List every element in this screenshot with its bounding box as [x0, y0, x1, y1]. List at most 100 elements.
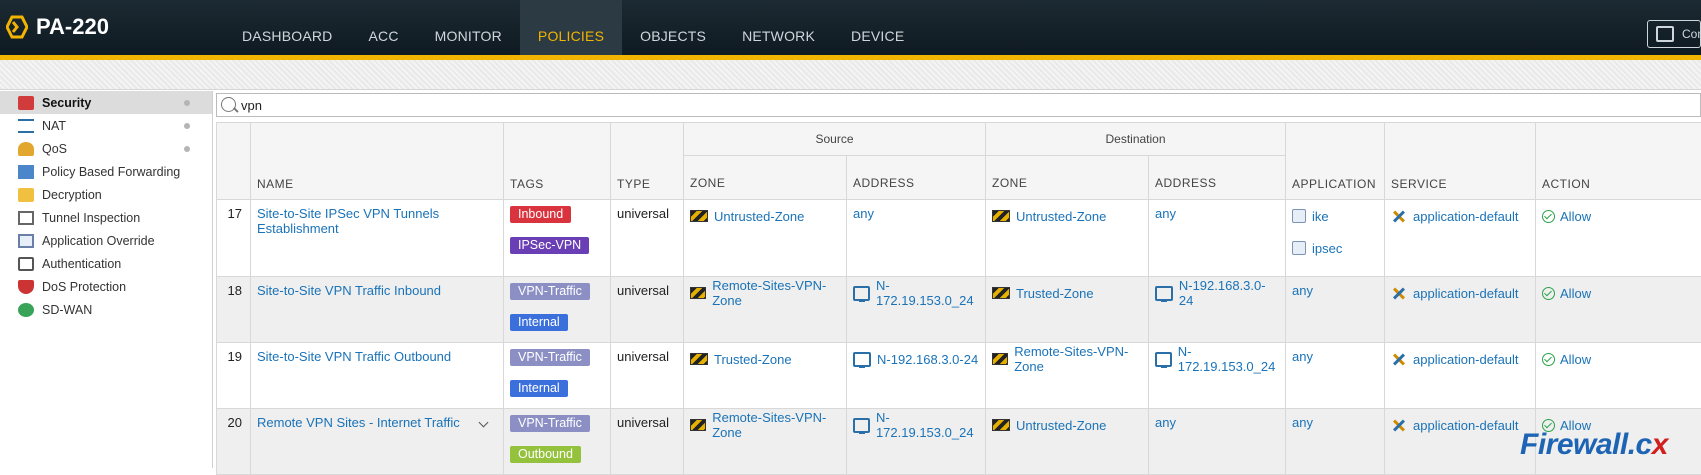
address-object-icon: [853, 352, 871, 367]
zone-icon: [992, 287, 1010, 299]
zone-link[interactable]: Remote-Sites-VPN-Zone: [1014, 344, 1142, 374]
sidebar-item-pbf[interactable]: Policy Based Forwarding: [0, 160, 212, 183]
address-link[interactable]: N-172.19.153.0_24: [876, 410, 979, 440]
rule-name-cell: Site-to-Site VPN Traffic Outbound: [251, 343, 504, 409]
rule-name-link[interactable]: Site-to-Site VPN Traffic Outbound: [257, 349, 451, 364]
action-link[interactable]: Allow: [1560, 209, 1591, 224]
col-header-name[interactable]: NAME: [251, 123, 504, 200]
address-link[interactable]: N-192.168.3.0-24: [877, 352, 978, 367]
tab-dashboard[interactable]: DASHBOARD: [224, 0, 350, 55]
table-row[interactable]: 17 Site-to-Site IPSec VPN Tunnels Establ…: [217, 200, 1701, 277]
sidebar-item-tunnel-inspection[interactable]: Tunnel Inspection: [0, 206, 212, 229]
zone-link[interactable]: Untrusted-Zone: [1016, 209, 1106, 224]
tag-badge[interactable]: Outbound: [510, 446, 581, 463]
sidebar-item-security[interactable]: Security: [0, 91, 212, 114]
table-row[interactable]: 19 Site-to-Site VPN Traffic Outbound VPN…: [217, 343, 1701, 409]
address-link[interactable]: N-172.19.153.0_24: [1178, 344, 1279, 374]
tab-monitor[interactable]: MONITOR: [417, 0, 520, 55]
app-override-icon: [18, 234, 34, 248]
zone-link[interactable]: Untrusted-Zone: [1016, 418, 1106, 433]
application-link[interactable]: any: [1292, 415, 1313, 430]
table-row[interactable]: 20 Remote VPN Sites - Internet Traffic V…: [217, 409, 1701, 475]
col-header-source-zone[interactable]: ZONE: [684, 156, 847, 200]
table-row[interactable]: 18 Site-to-Site VPN Traffic Inbound VPN-…: [217, 277, 1701, 343]
tag-badge[interactable]: VPN-Traffic: [510, 283, 590, 300]
action-cell: Allow: [1536, 200, 1701, 277]
sidebar-item-dos-protection[interactable]: DoS Protection: [0, 275, 212, 298]
sidebar-item-nat[interactable]: NAT: [0, 114, 212, 137]
col-header-application[interactable]: APPLICATION: [1286, 123, 1385, 200]
tag-badge[interactable]: VPN-Traffic: [510, 349, 590, 366]
application-link[interactable]: ipsec: [1312, 241, 1342, 256]
col-header-destination-address[interactable]: ADDRESS: [1149, 156, 1286, 200]
zone-link[interactable]: Trusted-Zone: [714, 352, 792, 367]
service-link[interactable]: application-default: [1413, 352, 1519, 367]
col-header-service[interactable]: SERVICE: [1385, 123, 1536, 200]
tag-badge[interactable]: Inbound: [510, 206, 571, 223]
paloalto-logo-icon: [6, 15, 28, 39]
destination-address-cell: N-192.168.3.0-24: [1149, 277, 1286, 343]
rule-name-link[interactable]: Site-to-Site IPSec VPN Tunnels Establish…: [257, 206, 439, 236]
address-link[interactable]: N-192.168.3.0-24: [1179, 278, 1279, 308]
sidebar-item-authentication[interactable]: Authentication: [0, 252, 212, 275]
top-bar: PA-220 DASHBOARD ACC MONITOR POLICIES OB…: [0, 0, 1701, 55]
allow-check-icon: [1542, 210, 1555, 223]
zone-link[interactable]: Remote-Sites-VPN-Zone: [712, 278, 840, 308]
rule-name-cell: Site-to-Site VPN Traffic Inbound: [251, 277, 504, 343]
service-link[interactable]: application-default: [1413, 418, 1519, 433]
zone-link[interactable]: Trusted-Zone: [1016, 286, 1094, 301]
rule-name-link[interactable]: Site-to-Site VPN Traffic Inbound: [257, 283, 441, 298]
service-cell: application-default: [1385, 409, 1536, 475]
col-header-type[interactable]: TYPE: [611, 123, 684, 200]
address-link[interactable]: any: [1155, 415, 1176, 430]
tag-badge[interactable]: IPSec-VPN: [510, 237, 589, 254]
action-link[interactable]: Allow: [1560, 286, 1591, 301]
source-address-cell: any: [847, 200, 986, 277]
address-object-icon: [1155, 286, 1173, 301]
col-header-source-address[interactable]: ADDRESS: [847, 156, 986, 200]
tag-badge[interactable]: VPN-Traffic: [510, 415, 590, 432]
zone-link[interactable]: Untrusted-Zone: [714, 209, 804, 224]
application-cell: any: [1286, 409, 1385, 475]
service-link[interactable]: application-default: [1413, 286, 1519, 301]
address-link[interactable]: N-172.19.153.0_24: [876, 278, 979, 308]
commit-button[interactable]: Commit: [1647, 20, 1701, 48]
pbf-icon: [18, 165, 34, 179]
chevron-down-icon[interactable]: [479, 418, 489, 428]
col-header-destination-zone[interactable]: ZONE: [986, 156, 1149, 200]
tab-network[interactable]: NETWORK: [724, 0, 833, 55]
tags-cell: Inbound IPSec-VPN: [504, 200, 611, 277]
service-link[interactable]: application-default: [1413, 209, 1519, 224]
tab-device[interactable]: DEVICE: [833, 0, 922, 55]
tab-acc[interactable]: ACC: [350, 0, 416, 55]
rule-number: 20: [217, 409, 251, 475]
col-header-num: [217, 123, 251, 200]
sidebar-item-sd-wan[interactable]: SD-WAN: [0, 298, 212, 321]
application-link[interactable]: ike: [1312, 209, 1329, 224]
address-link[interactable]: any: [853, 206, 874, 221]
tag-badge[interactable]: Internal: [510, 380, 568, 397]
type-cell: universal: [611, 343, 684, 409]
address-link[interactable]: any: [1155, 206, 1176, 221]
group-header-destination: Destination: [986, 123, 1286, 156]
sidebar-item-application-override[interactable]: Application Override: [0, 229, 212, 252]
sidebar-item-label: Security: [42, 96, 91, 110]
action-link[interactable]: Allow: [1560, 352, 1591, 367]
search-icon: [221, 97, 236, 112]
rule-name-link[interactable]: Remote VPN Sites - Internet Traffic: [257, 415, 460, 430]
tab-policies[interactable]: POLICIES: [520, 0, 622, 55]
tab-objects[interactable]: OBJECTS: [622, 0, 724, 55]
zone-link[interactable]: Remote-Sites-VPN-Zone: [712, 410, 840, 440]
search-input[interactable]: [241, 96, 741, 114]
col-header-action[interactable]: ACTION: [1536, 123, 1701, 200]
sidebar-item-label: Tunnel Inspection: [42, 211, 140, 225]
application-cell: any: [1286, 343, 1385, 409]
col-header-tags[interactable]: TAGS: [504, 123, 611, 200]
application-link[interactable]: any: [1292, 349, 1313, 364]
sidebar-item-qos[interactable]: QoS: [0, 137, 212, 160]
tag-badge[interactable]: Internal: [510, 314, 568, 331]
zone-icon: [690, 353, 708, 365]
nat-icon: [18, 119, 34, 133]
application-link[interactable]: any: [1292, 283, 1313, 298]
sidebar-item-decryption[interactable]: Decryption: [0, 183, 212, 206]
